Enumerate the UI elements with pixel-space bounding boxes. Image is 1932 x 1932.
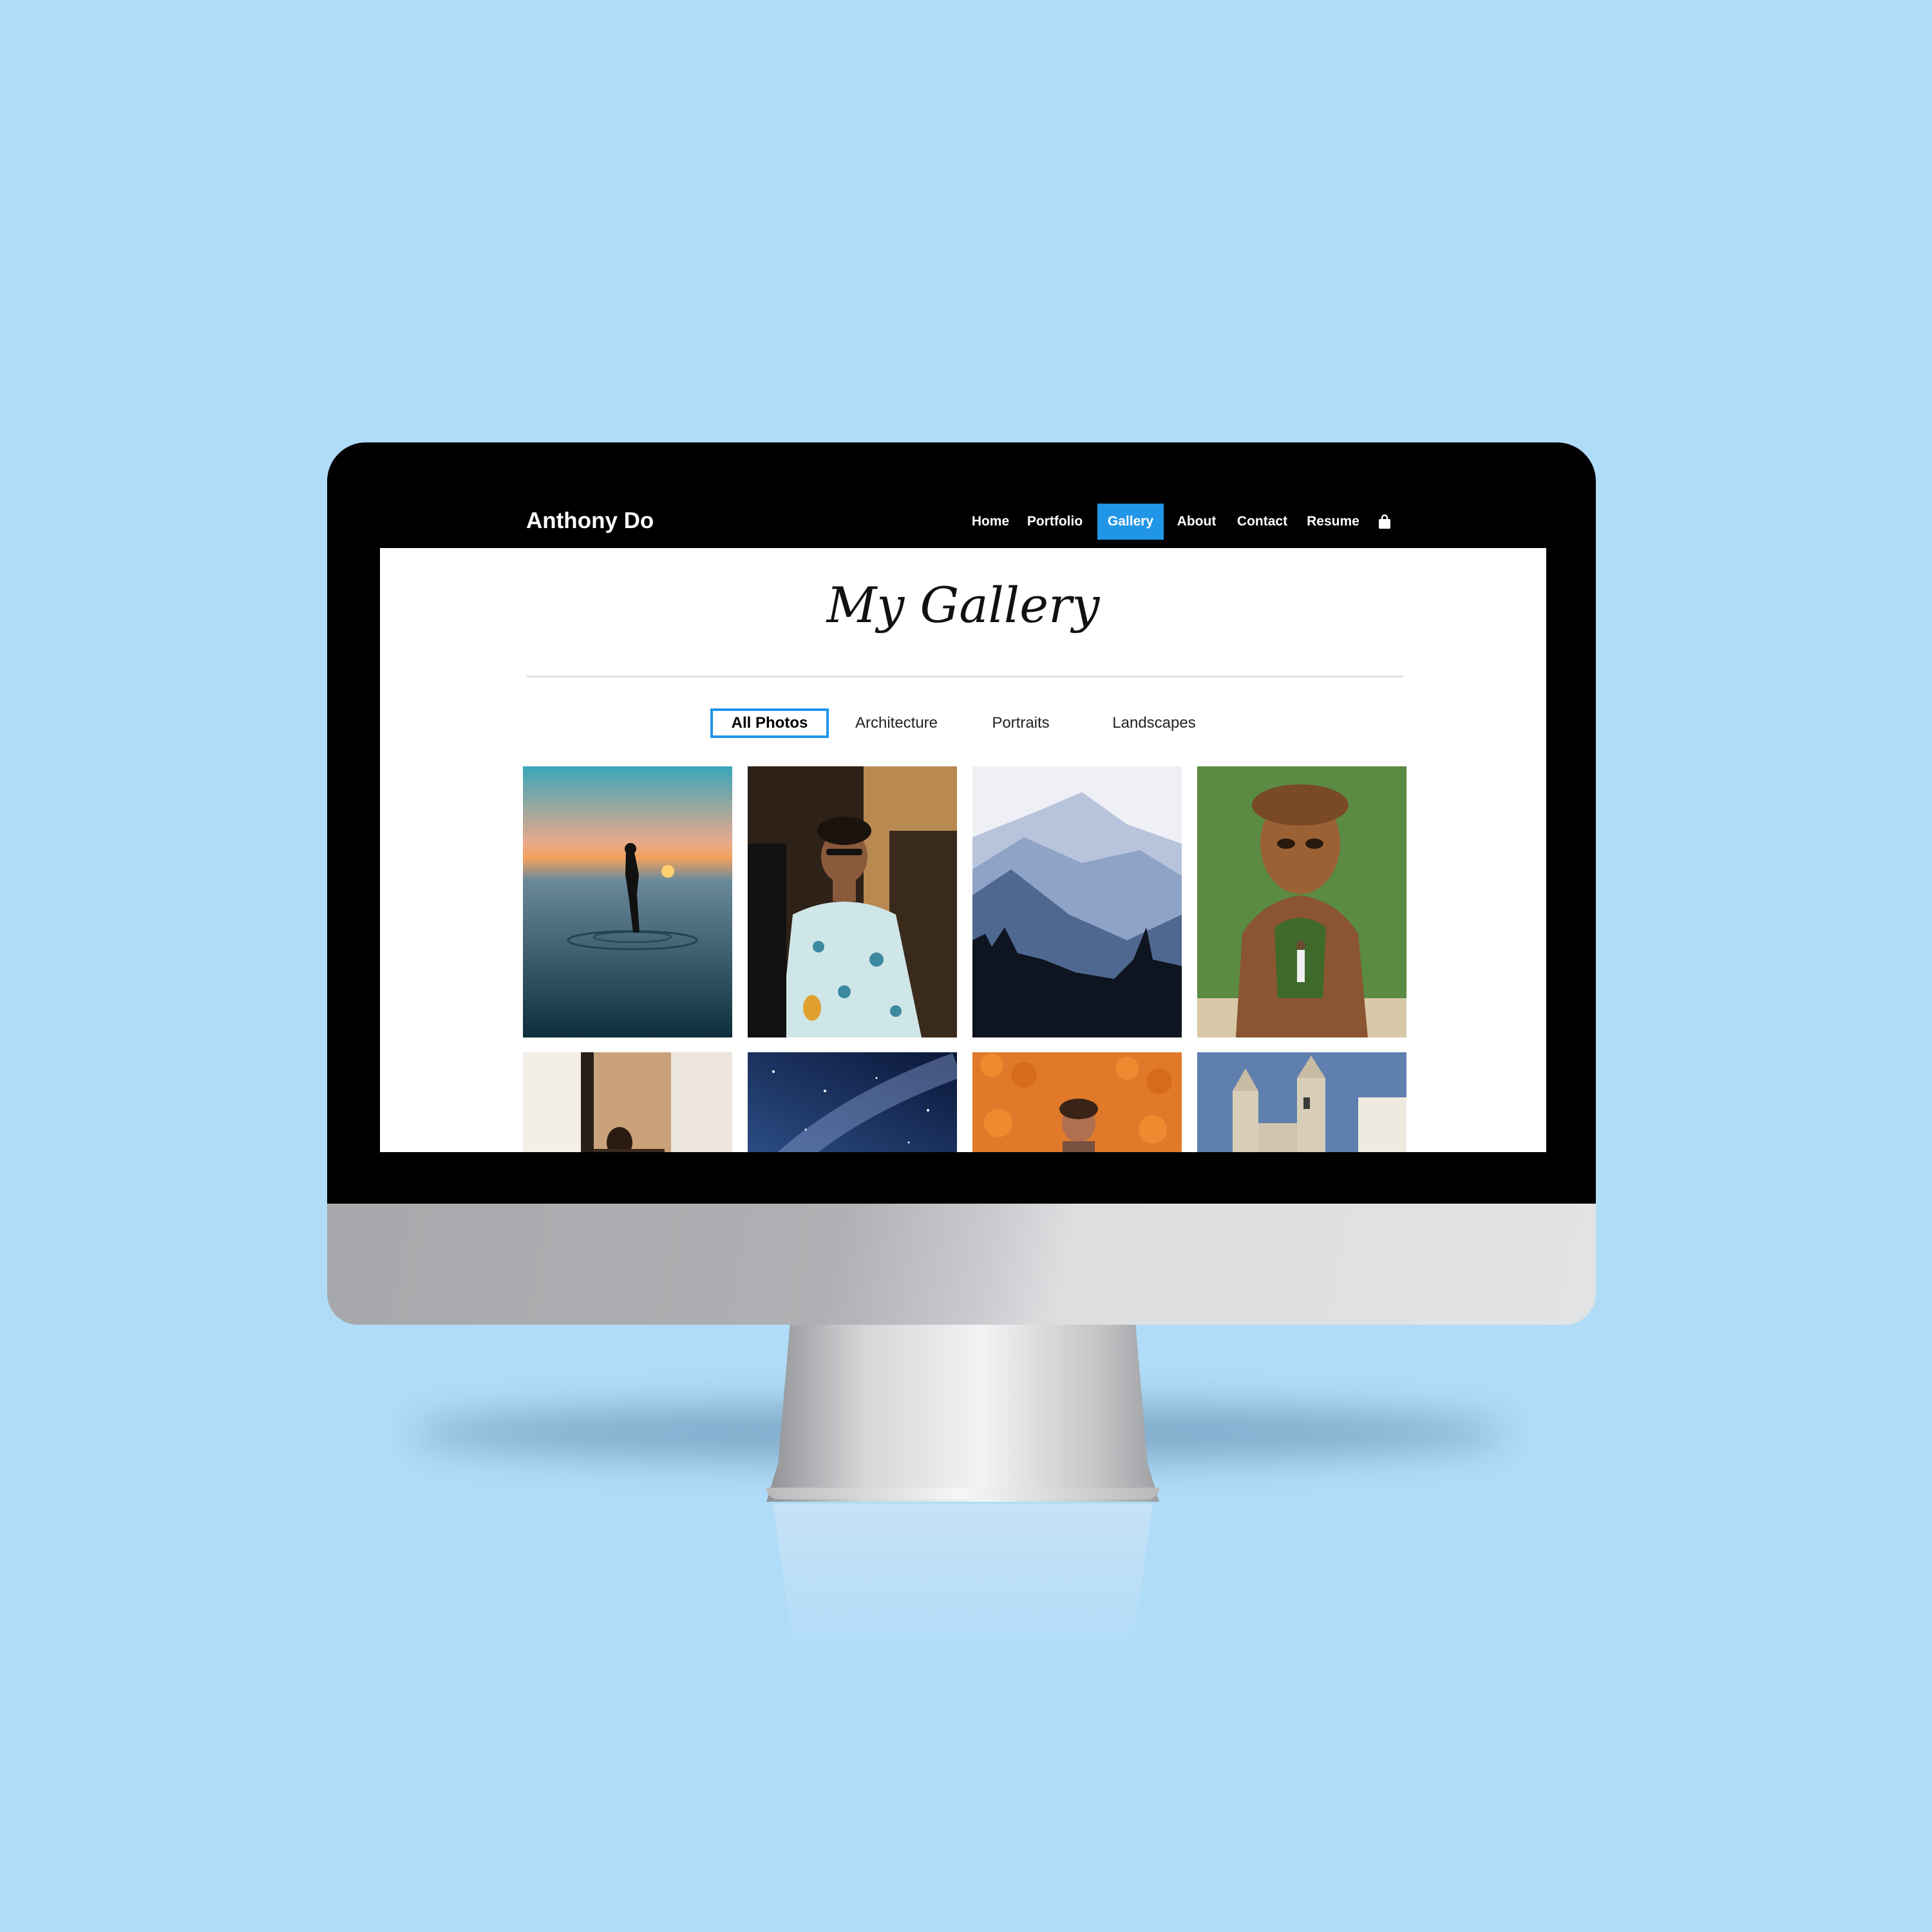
filter-landscapes[interactable]: Landscapes [1103, 708, 1206, 738]
title-divider [526, 676, 1403, 677]
stand-reflection [773, 1504, 1153, 1665]
shopping-bag-icon[interactable] [1378, 514, 1391, 529]
filter-portraits[interactable]: Portraits [979, 708, 1063, 738]
monitor-chin [327, 1204, 1596, 1325]
gallery-photo-man-portrait[interactable] [748, 766, 957, 1037]
monitor-stand-foot [766, 1488, 1159, 1499]
monitor-stand [766, 1325, 1159, 1502]
filter-all-photos[interactable]: All Photos [710, 708, 829, 738]
nav-contact[interactable]: Contact [1231, 504, 1293, 540]
gallery-photo-sunset-swimmer[interactable] [523, 766, 732, 1037]
filter-architecture[interactable]: Architecture [845, 708, 948, 738]
page-title: My Gallery [826, 576, 1100, 634]
nav-portfolio[interactable]: Portfolio [1023, 504, 1087, 540]
gallery-photo-wooden-sculpture[interactable] [1197, 766, 1406, 1037]
browser-screen: Anthony Do Home Portfolio Gallery About … [380, 496, 1546, 1152]
nav-resume[interactable]: Resume [1302, 504, 1364, 540]
gallery-photo-milky-way[interactable] [748, 1052, 957, 1152]
gallery-photo-window-portrait[interactable] [523, 1052, 732, 1152]
gallery-photo-misty-mountains[interactable] [972, 766, 1182, 1037]
nav-gallery[interactable]: Gallery [1097, 504, 1164, 540]
nav-about[interactable]: About [1171, 504, 1222, 540]
nav-home[interactable]: Home [965, 504, 1016, 540]
gallery-photo-pumpkin-patch[interactable] [972, 1052, 1182, 1152]
navbar: Anthony Do Home Portfolio Gallery About … [380, 496, 1546, 548]
gallery-photo-church-towers[interactable] [1197, 1052, 1406, 1152]
site-brand[interactable]: Anthony Do [526, 507, 654, 535]
